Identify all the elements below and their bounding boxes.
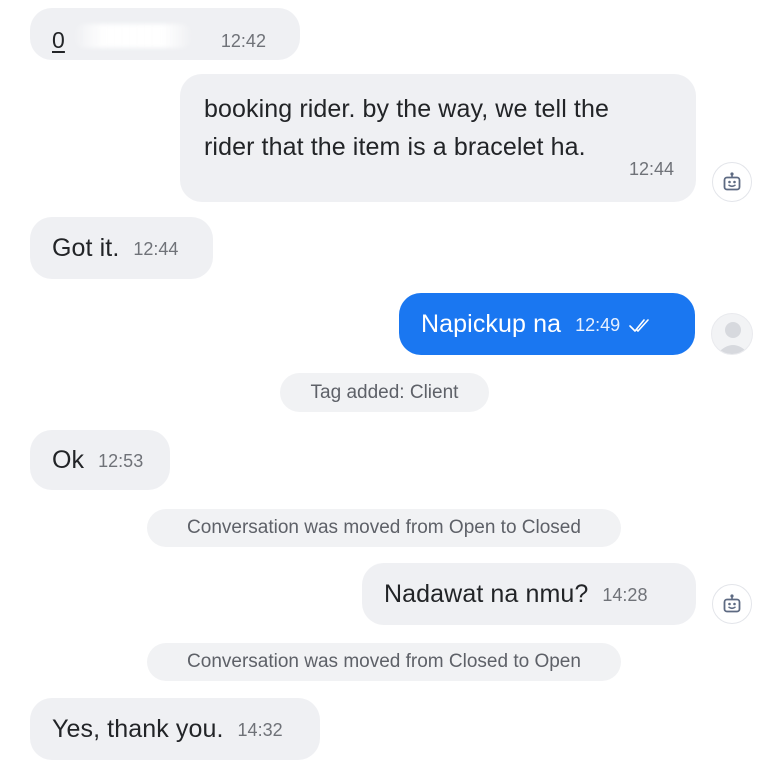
message-text: Napickup na [421, 310, 562, 338]
redacted-text [72, 24, 193, 48]
message-timestamp: 12:44 [628, 159, 674, 179]
system-event-tag-added: Tag added: Client [280, 373, 489, 412]
message-text-line-1: booking rider. by the way, we tell the [204, 95, 609, 123]
message-text: Nadawat na nmu? [384, 580, 589, 608]
message-bubble-outgoing[interactable]: Nadawat na nmu? 14:28 [362, 563, 696, 625]
bot-icon[interactable] [712, 584, 752, 624]
double-check-icon [629, 319, 649, 332]
message-timestamp: 12:42 [220, 31, 266, 51]
system-event-text: Conversation was moved from Closed to Op… [187, 651, 581, 672]
user-silhouette-icon [717, 322, 749, 354]
message-text: 0 [52, 27, 65, 53]
message-bubble-incoming[interactable]: Got it. 12:44 [30, 217, 213, 279]
message-timestamp: 12:49 [575, 315, 621, 335]
robot-glyph-icon [723, 594, 741, 613]
message-bubble-outgoing-sent[interactable]: Napickup na 12:49 [399, 293, 695, 355]
message-text: Yes, thank you. [52, 715, 224, 743]
message-text: Got it. [52, 234, 120, 262]
bot-icon[interactable] [712, 162, 752, 202]
message-timestamp: 14:28 [602, 585, 648, 605]
message-bubble-incoming[interactable]: 0 12:42 [30, 8, 300, 60]
message-bubble-outgoing[interactable]: booking rider. by the way, we tell the r… [180, 74, 696, 202]
message-timestamp: 14:32 [237, 720, 283, 740]
message-bubble-incoming[interactable]: Yes, thank you. 14:32 [30, 698, 320, 760]
robot-glyph-icon [723, 172, 741, 191]
message-text: Ok [52, 446, 85, 474]
message-timestamp: 12:53 [98, 451, 144, 471]
system-event-status-change: Conversation was moved from Open to Clos… [147, 509, 621, 547]
message-timestamp: 12:44 [133, 239, 179, 259]
message-bubble-incoming[interactable]: Ok 12:53 [30, 430, 170, 490]
avatar[interactable] [711, 313, 753, 355]
system-event-text: Tag added: Client [310, 381, 459, 403]
system-event-text: Conversation was moved from Open to Clos… [187, 517, 581, 538]
system-event-status-change: Conversation was moved from Closed to Op… [147, 643, 621, 681]
